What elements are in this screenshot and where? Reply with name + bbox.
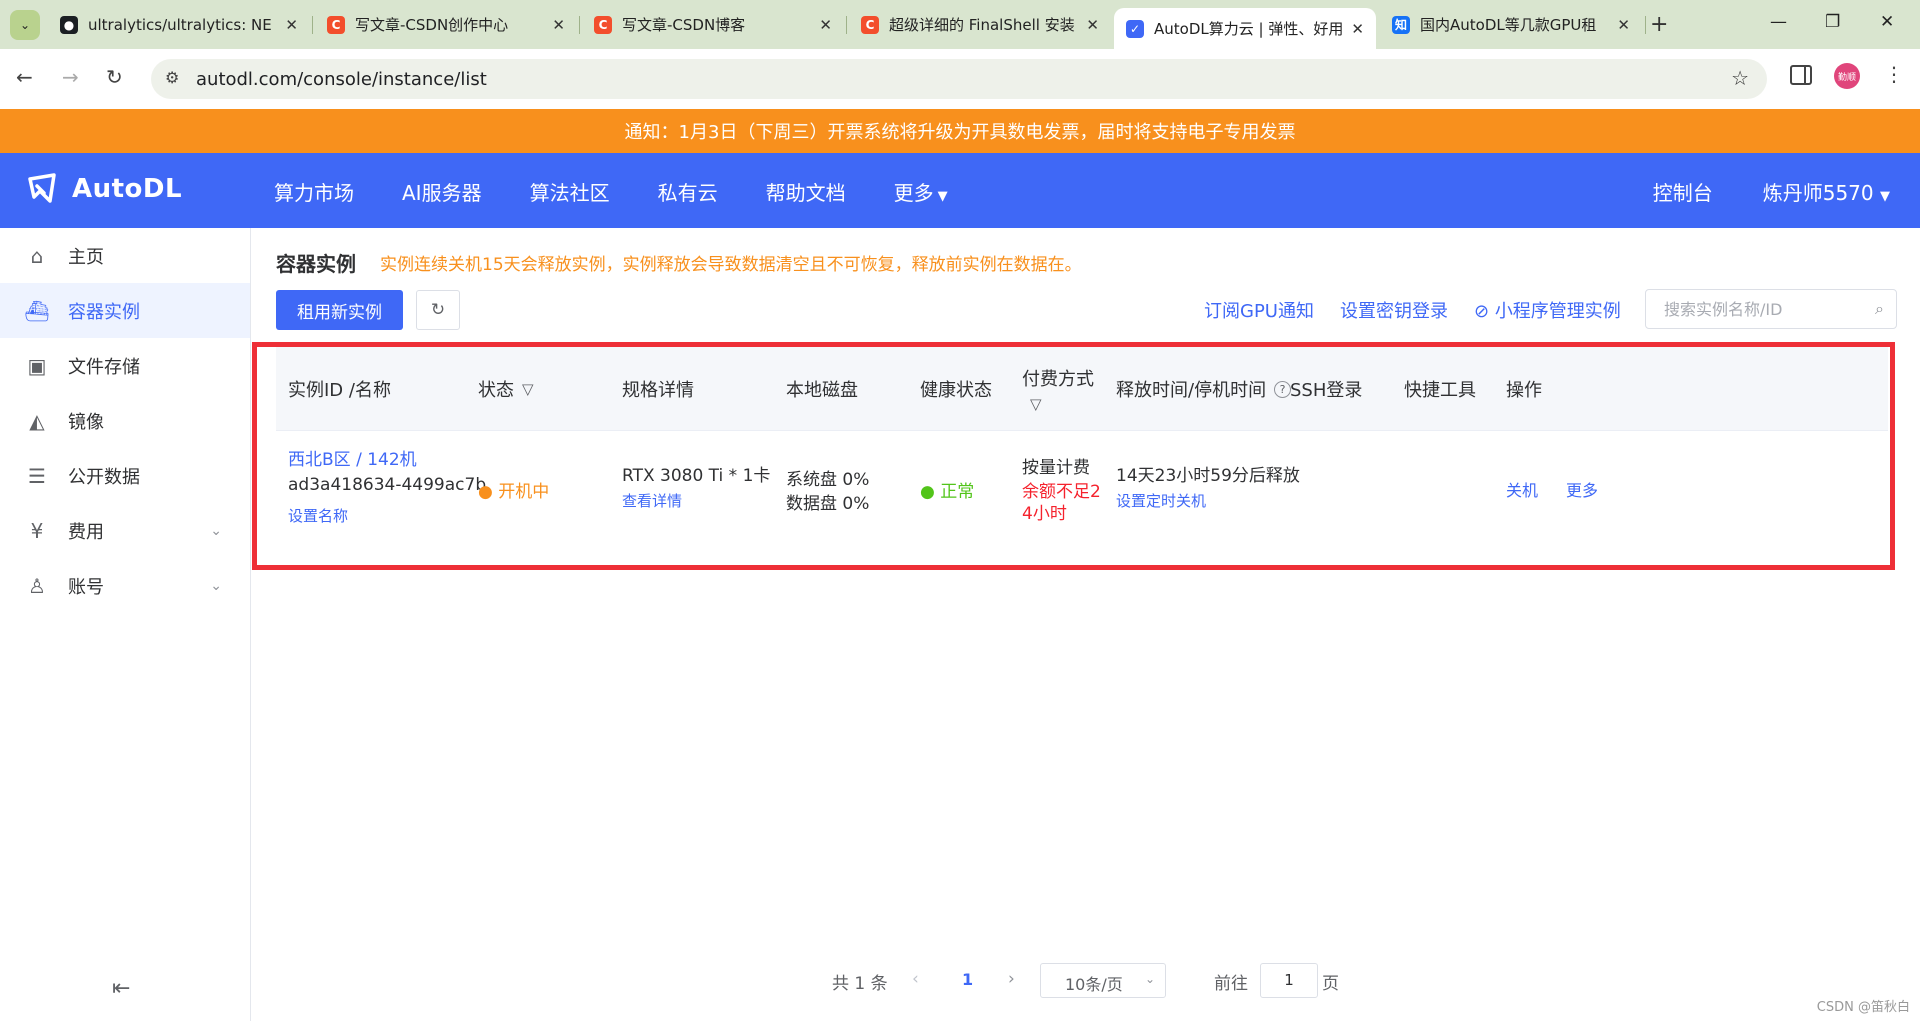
autodl-logo[interactable]: AutoDL [24,171,182,207]
url-text[interactable]: autodl.com/console/instance/list [196,69,487,90]
sidebar: ⌂ 主页 ⛴ 容器实例 ▣ 文件存储 ◭ 镜像 ☰ 公开数据 ¥ 费用 ⌄ ♙ … [0,228,251,1021]
top-links: 订阅GPU通知 设置密钥登录 ⊘ 小程序管理实例 [1204,297,1647,323]
csdn-icon: C [327,15,345,34]
ssh-key-link[interactable]: 设置密钥登录 [1340,297,1448,323]
tab-close-icon[interactable]: ✕ [819,16,832,34]
search-input[interactable] [1646,290,1846,328]
main-nav: 算力市场 AI服务器 算法社区 私有云 帮助文档 更多 ▼ [274,177,996,206]
github-icon: ● [60,15,78,34]
sidebar-item-images[interactable]: ◭ 镜像 [0,393,250,448]
rent-new-instance-button[interactable]: 租用新实例 [276,290,403,330]
console-link[interactable]: 控制台 [1653,177,1713,206]
database-icon: ☰ [28,463,46,488]
sidebar-collapse-icon[interactable]: ⇤ [112,976,130,1001]
nav-community[interactable]: 算法社区 [530,177,610,206]
page-unit-label: 页 [1322,974,1339,994]
minimize-icon[interactable]: — [1770,12,1787,32]
csdn-icon: C [594,15,612,34]
nav-market[interactable]: 算力市场 [274,177,354,206]
browser-tab-6[interactable]: 知 国内AutoDL等几款GPU租 ✕ [1380,8,1642,41]
autodl-icon: ✓ [1126,19,1144,38]
image-icon: ◭ [29,408,45,433]
browser-tab-2[interactable]: C 写文章-CSDN创作中心 ✕ [315,8,577,41]
main-content: 容器实例 实例连续关机15天会释放实例，实例释放会导致数据清空且不可恢复，释放前… [252,228,1920,1021]
csdn-icon: C [861,15,879,34]
sidebar-item-instances[interactable]: ⛴ 容器实例 [0,283,250,338]
next-page-icon[interactable]: › [1008,969,1015,989]
header-right: 控制台 炼丹师5570 ▼ [1603,177,1890,206]
sidebar-item-public-data[interactable]: ☰ 公开数据 [0,448,250,503]
profile-avatar[interactable]: 勤顺 [1834,63,1860,89]
autodl-logo-icon [28,173,56,203]
prev-page-icon[interactable]: ‹ [912,969,919,989]
browser-tab-3[interactable]: C 写文章-CSDN博客 ✕ [582,8,844,41]
user-icon: ♙ [28,573,46,598]
nav-private-cloud[interactable]: 私有云 [658,177,718,206]
browser-tab-4[interactable]: C 超级详细的 FinalShell 安装 ✕ [849,8,1111,41]
nav-ai-server[interactable]: AI服务器 [402,177,482,206]
browser-tab-1[interactable]: ● ultralytics/ultralytics: NE ✕ [48,8,310,41]
search-icon[interactable]: ⌕ [1875,299,1884,319]
address-bar[interactable]: ⚙ autodl.com/console/instance/list ☆ [151,59,1767,99]
tab-close-icon[interactable]: ✕ [1351,20,1364,38]
chevron-down-icon: ⌄ [1144,972,1155,986]
forward-icon[interactable]: → [62,65,79,89]
home-icon: ⌂ [30,243,44,268]
pagination: 共 1 条 ‹ 1 › 10条/页 ⌄ 前往 1 页 [252,963,1920,999]
tab-close-icon[interactable]: ✕ [285,16,298,34]
browser-tab-5-active[interactable]: ✓ AutoDL算力云 | 弹性、好用 ✕ [1114,8,1376,49]
browser-toolbar: ← → ↻ ⚙ autodl.com/console/instance/list… [0,49,1920,109]
sidebar-item-account[interactable]: ♙ 账号 ⌄ [0,558,250,613]
site-header: AutoDL 算力市场 AI服务器 算法社区 私有云 帮助文档 更多 ▼ 控制台 … [0,153,1920,228]
side-panel-icon[interactable] [1790,65,1812,85]
nav-docs[interactable]: 帮助文档 [766,177,846,206]
subscribe-gpu-link[interactable]: 订阅GPU通知 [1204,297,1314,323]
page-number[interactable]: 1 [962,970,973,989]
instance-search: ⌕ [1645,289,1897,329]
refresh-button[interactable]: ↻ [416,290,460,330]
caret-down-icon: ▼ [1880,189,1890,204]
goto-page-input[interactable]: 1 [1260,963,1318,998]
zhihu-icon: 知 [1392,15,1410,34]
total-count: 共 1 条 [832,974,888,994]
sidebar-item-home[interactable]: ⌂ 主页 [0,228,250,283]
release-warning: 实例连续关机15天会释放实例，实例释放会导致数据清空且不可恢复，释放前实例在数据… [380,255,1082,275]
storage-icon: ▣ [27,353,47,378]
page-title: 容器实例 [276,252,356,276]
tab-close-icon[interactable]: ✕ [1617,16,1630,34]
chevron-down-icon: ⌄ [210,577,222,594]
sidebar-item-storage[interactable]: ▣ 文件存储 [0,338,250,393]
notice-banner: 通知：1月3日（下周三）开票系统将升级为开具数电发票，届时将支持电子专用发票 [0,109,1920,153]
window-close-icon[interactable]: ✕ [1880,12,1894,32]
miniprogram-link[interactable]: ⊘ 小程序管理实例 [1474,297,1621,323]
watermark: CSDN @笛秋白 [1816,1000,1910,1015]
goto-label: 前往 [1214,974,1248,994]
tab-search-dropdown-icon[interactable]: ⌄ [10,10,40,40]
user-menu[interactable]: 炼丹师5570 ▼ [1763,177,1890,206]
site-info-icon[interactable]: ⚙ [165,68,179,87]
browser-tab-bar: ⌄ ● ultralytics/ultralytics: NE ✕ C 写文章-… [0,0,1920,49]
browser-menu-icon[interactable]: ⋮ [1884,62,1904,86]
restore-icon[interactable]: ❐ [1825,12,1840,32]
page-size-select[interactable]: 10条/页 ⌄ [1040,963,1166,998]
caret-down-icon: ▼ [937,189,948,204]
new-tab-icon[interactable]: + [1650,12,1668,37]
tab-close-icon[interactable]: ✕ [1086,16,1099,34]
sidebar-item-billing[interactable]: ¥ 费用 ⌄ [0,503,250,558]
bookmark-star-icon[interactable]: ☆ [1731,66,1749,90]
nav-more[interactable]: 更多 ▼ [894,177,948,206]
yen-icon: ¥ [30,518,44,543]
miniprogram-icon: ⊘ [1473,301,1490,322]
chevron-down-icon: ⌄ [210,522,222,539]
back-icon[interactable]: ← [16,65,33,89]
reload-icon[interactable]: ↻ [106,65,123,89]
container-icon: ⛴ [24,298,50,323]
refresh-icon: ↻ [430,300,446,320]
tab-close-icon[interactable]: ✕ [552,16,565,34]
highlight-box [252,342,1895,570]
